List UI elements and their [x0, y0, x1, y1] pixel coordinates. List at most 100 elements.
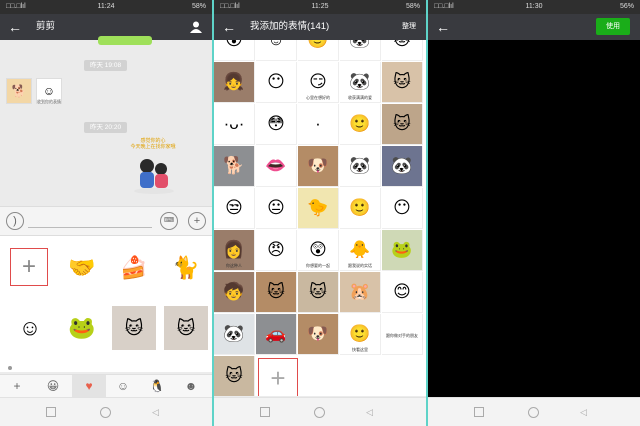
sticker-message-dog[interactable]: 🐕: [6, 78, 32, 104]
sticker-item[interactable]: 👧: [214, 62, 255, 103]
back-triangle-icon[interactable]: ◁: [580, 407, 587, 417]
use-button[interactable]: 使用: [596, 18, 630, 35]
back-triangle-icon[interactable]: ◁: [152, 407, 159, 417]
sticker-item[interactable]: 🙂: [298, 40, 339, 61]
phone-sticker-library-screen: □□.□lıl 11:25 58% ← 我添加的表情(141) 整理 😮 ☺ 🙂…: [214, 0, 426, 426]
tab-add[interactable]: +: [0, 375, 34, 397]
battery-level: 58%: [191, 3, 206, 10]
sticker-hand-face[interactable]: ☺: [8, 306, 52, 350]
back-icon[interactable]: ←: [222, 14, 236, 40]
more-plus-icon[interactable]: +: [188, 212, 206, 230]
person-icon[interactable]: [190, 21, 202, 33]
sticker-hands[interactable]: 🤝: [60, 246, 104, 290]
sticker-item[interactable]: 🧒: [214, 272, 255, 313]
phone-chat-screen: □□.□lıl 11:24 58% ← 剪剪 昨天 19:08 🐕 ☺ 收到你的表…: [0, 0, 212, 426]
couple-sticker[interactable]: 感觉你的心 今天晚上在找你家哦: [124, 138, 182, 198]
tab-favorites[interactable]: ♥: [72, 375, 106, 397]
sticker-item[interactable]: 😊: [382, 272, 423, 313]
clock: 11:25: [311, 3, 329, 10]
chat-input-bar: ) ⌨ +: [0, 206, 212, 236]
sticker-item[interactable]: 🚗: [256, 314, 297, 355]
tab-sticker-set[interactable]: ☺: [106, 375, 140, 397]
phone-image-preview-screen: □□.□lıl 11:30 56% ← 使用 ◁: [428, 0, 640, 426]
sticker-green-creature[interactable]: 🐸: [60, 306, 104, 350]
keyboard-icon[interactable]: ⌨: [160, 212, 178, 230]
sticker-item[interactable]: ·ᴗ·: [214, 104, 255, 145]
sticker-item[interactable]: 😮: [214, 40, 255, 61]
sticker-item[interactable]: ☺: [256, 40, 297, 61]
message-input[interactable]: [28, 227, 152, 228]
sticker-item[interactable]: 🐥 跟我说的实话: [340, 230, 381, 271]
sticker-item[interactable]: 🙂 快看这里: [340, 314, 381, 355]
sticker-item[interactable]: 👩 你这种人: [214, 230, 255, 271]
sticker-item[interactable]: 😐: [256, 188, 297, 229]
recent-apps-icon[interactable]: [260, 407, 270, 417]
organize-button[interactable]: 整理: [402, 14, 416, 40]
sticker-item[interactable]: 🐱: [214, 356, 255, 396]
sticker-item[interactable]: 🐤: [298, 188, 339, 229]
sticker-item[interactable]: 🐹: [340, 272, 381, 313]
sticker-item[interactable]: 🐱: [382, 104, 423, 145]
system-nav-bar: ◁: [214, 397, 426, 426]
sticker-cat-photo[interactable]: 🐱: [112, 306, 156, 350]
chat-history: 昨天 19:08 🐕 ☺ 收到你的表情 昨天 20:20 感觉你的心 今天晚上在找…: [0, 36, 212, 206]
sticker-caption: 你想要的一起: [306, 263, 330, 268]
sticker-item[interactable]: 🐱: [298, 272, 339, 313]
tab-emoji[interactable]: 😀: [36, 375, 70, 397]
back-icon[interactable]: ←: [8, 14, 22, 40]
sticker-item[interactable]: 🐼: [214, 314, 255, 355]
sticker-item[interactable]: 😳: [256, 104, 297, 145]
sticker-item[interactable]: 🐼 收获满满的爱: [340, 62, 381, 103]
sticker-item[interactable]: 🐱: [382, 40, 423, 61]
sticker-message-face[interactable]: ☺ 收到你的表情: [36, 78, 62, 104]
sticker-item[interactable]: 😒: [214, 188, 255, 229]
sticker-item[interactable]: 🐱: [256, 272, 297, 313]
image-preview-area: [428, 40, 640, 396]
sticker-item[interactable]: 😶: [256, 62, 297, 103]
sticker-caption: 感觉你的心 今天晚上在找你家哦: [130, 138, 176, 150]
sticker-item[interactable]: 😶: [382, 188, 423, 229]
sticker-black-cat[interactable]: 🐈: [164, 246, 208, 290]
sticker-item[interactable]: 🐶: [298, 146, 339, 187]
sticker-item[interactable]: 🐕: [214, 146, 255, 187]
recent-apps-icon[interactable]: [46, 407, 56, 417]
tab-sticker-set[interactable]: 🐧: [140, 375, 174, 397]
sticker-item[interactable]: 🐼: [382, 146, 423, 187]
sticker-item[interactable]: 🐱: [382, 62, 423, 103]
library-header: ← 我添加的表情(141) 整理: [214, 14, 426, 40]
sticker-cake[interactable]: 🍰: [112, 246, 156, 290]
timestamp: 昨天 19:08: [84, 60, 128, 71]
sticker-item[interactable]: 😠: [256, 230, 297, 271]
tab-sticker-set[interactable]: ☻: [174, 375, 208, 397]
sticker-caption: 心里在想好的: [306, 95, 330, 100]
add-sticker-button[interactable]: +: [258, 358, 298, 396]
sticker-item[interactable]: 😏 心里在想好的: [298, 62, 339, 103]
add-sticker-button[interactable]: +: [10, 248, 48, 286]
sticker-item[interactable]: 😲 你想要的一起: [298, 230, 339, 271]
sticker-cat-photo[interactable]: 🐱: [164, 306, 208, 350]
sticker-caption: 跟我说的实话: [348, 263, 372, 268]
back-triangle-icon[interactable]: ◁: [366, 407, 373, 417]
sticker-item[interactable]: 🐼: [340, 40, 381, 61]
sticker-item[interactable]: 🙂: [340, 188, 381, 229]
sticker-item[interactable]: 🐸: [382, 230, 423, 271]
sticker-panel: + 🤝 🍰 🐈 ☺ 🐸 🐱 🐱: [0, 236, 212, 372]
home-icon[interactable]: [314, 407, 325, 418]
clock: 11:24: [97, 3, 115, 10]
sticker-item[interactable]: ·: [298, 104, 339, 145]
sticker-item[interactable]: 🐶: [298, 314, 339, 355]
voice-icon[interactable]: ): [6, 212, 24, 230]
back-icon[interactable]: ←: [436, 14, 450, 40]
sticker-item[interactable]: 🐼: [340, 146, 381, 187]
home-icon[interactable]: [528, 407, 539, 418]
preview-header: ← 使用: [428, 14, 640, 40]
sent-message-bubble[interactable]: [98, 36, 152, 45]
home-icon[interactable]: [100, 407, 111, 418]
recent-apps-icon[interactable]: [474, 407, 484, 417]
clock: 11:30: [525, 3, 543, 10]
timestamp: 昨天 20:20: [84, 122, 128, 133]
sticker-item[interactable]: 跟你做对手的朋友: [382, 314, 423, 355]
sticker-item[interactable]: 👄: [256, 146, 297, 187]
sticker-grid: 😮 ☺ 🙂 🐼 🐱 👧 😶 😏心里在想好的 🐼收获满满的爱 🐱 ·ᴗ· 😳 · …: [214, 40, 426, 396]
sticker-item[interactable]: 🙂: [340, 104, 381, 145]
